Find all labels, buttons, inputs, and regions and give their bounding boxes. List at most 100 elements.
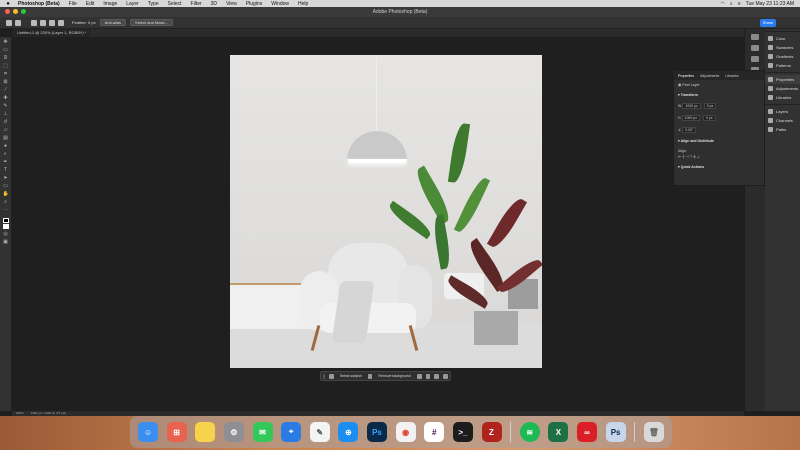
lasso-tool-icon[interactable]: ᘐ [3, 56, 9, 61]
slack-app-icon[interactable]: # [424, 422, 445, 442]
menu-3d[interactable]: 3D [211, 1, 217, 7]
tab-adjustments[interactable]: Adjustments [700, 74, 719, 78]
align-bottom-icon[interactable]: ⊥ [697, 155, 700, 159]
new-selection-icon[interactable] [31, 19, 37, 26]
menu-filter[interactable]: Filter [191, 1, 202, 7]
menu-view[interactable]: View [226, 1, 237, 7]
hand-tool-icon[interactable]: ✋ [3, 192, 9, 197]
maps-app-icon[interactable]: ⌖ [281, 422, 302, 442]
menu-help[interactable]: Help [298, 1, 308, 7]
edit-toolbar-icon[interactable]: ⋯ [3, 208, 9, 213]
quick-actions-header[interactable]: ▾ Quick Actions [674, 162, 764, 172]
search-icon[interactable]: ⌕ [730, 1, 733, 7]
remove-background-button[interactable]: Remove background [374, 374, 414, 378]
tab-properties[interactable]: Properties [678, 74, 694, 78]
y-input[interactable]: 0 px [702, 115, 716, 121]
trash-app-icon[interactable]: 🗑 [643, 422, 664, 442]
apple-menu-icon[interactable]: ● [4, 1, 12, 7]
document-tab[interactable]: Untitled-1 @ 200% (Layer 1, RGB/8*) * [12, 29, 92, 37]
align-header[interactable]: ▾ Align and Distribute [674, 136, 764, 146]
history-brush-tool-icon[interactable]: ↺ [3, 120, 9, 125]
subtract-selection-icon[interactable] [49, 19, 55, 26]
height-input[interactable]: 1000 px [681, 115, 700, 121]
path-selection-tool-icon[interactable]: ➤ [3, 176, 9, 181]
panel-color[interactable]: Color [765, 34, 800, 43]
adjustment-icon[interactable] [425, 373, 431, 379]
menu-layer[interactable]: Layer [126, 1, 139, 7]
screen-mode-icon[interactable]: ▣ [3, 240, 9, 245]
control-center-icon[interactable]: ≡ [738, 1, 741, 7]
menu-app-name[interactable]: Photoshop (Beta) [18, 1, 60, 7]
background-color-swatch[interactable] [2, 224, 9, 229]
panel-paths[interactable]: Paths [765, 125, 800, 134]
textedit-app-icon[interactable]: ✎ [309, 422, 330, 442]
move-tool-icon[interactable]: ✥ [3, 40, 9, 45]
brush-tool-icon[interactable]: ✎ [3, 104, 9, 109]
select-and-mask-button[interactable]: Select and Mask... [130, 19, 173, 26]
filezilla-app-icon[interactable]: Z [481, 422, 502, 442]
menu-file[interactable]: File [69, 1, 77, 7]
creative-cloud-app-icon[interactable]: ∞ [577, 422, 597, 442]
panel-properties[interactable]: Properties [765, 75, 800, 84]
home-icon[interactable] [6, 19, 12, 26]
menu-plugins[interactable]: Plugins [246, 1, 262, 7]
menu-window[interactable]: Window [271, 1, 289, 7]
transform-header[interactable]: ▾ Transform [674, 90, 764, 100]
launchpad-app-icon[interactable]: ⊞ [166, 422, 187, 442]
wifi-icon[interactable]: ◠ [721, 1, 725, 7]
menubar-datetime[interactable]: Tue May 23 11:23 AM [746, 1, 794, 7]
lasso-tool-preset-icon[interactable] [15, 19, 21, 26]
add-selection-icon[interactable] [40, 19, 46, 26]
marquee-tool-icon[interactable]: ▭ [3, 48, 9, 53]
photoshop-beta-app-icon[interactable]: Ps [605, 422, 626, 442]
pin-icon[interactable] [443, 373, 448, 379]
rectangle-tool-icon[interactable]: ▭ [3, 184, 9, 189]
info-panel-icon[interactable] [751, 45, 759, 51]
messages-app-icon[interactable]: ✉ [252, 422, 273, 442]
clone-stamp-tool-icon[interactable]: ⊥ [3, 112, 9, 117]
x-input[interactable]: 0 px [703, 103, 717, 109]
panel-libraries[interactable]: Libraries [765, 93, 800, 102]
menu-image[interactable]: Image [103, 1, 117, 7]
panel-channels[interactable]: Channels [765, 116, 800, 125]
foreground-color-swatch[interactable] [2, 218, 9, 223]
frame-tool-icon[interactable]: ⊠ [3, 80, 9, 85]
gradient-tool-icon[interactable]: ▤ [3, 136, 9, 141]
chrome-app-icon[interactable]: ◉ [395, 422, 416, 442]
spotify-app-icon[interactable]: ≋ [519, 422, 540, 442]
character-panel-icon[interactable] [751, 56, 759, 62]
antialias-checkbox[interactable]: Anti-alias [99, 19, 127, 26]
panel-adjustments[interactable]: Adjustments [765, 84, 800, 93]
crop-tool-icon[interactable]: ⌗ [3, 72, 9, 77]
menu-edit[interactable]: Edit [86, 1, 95, 7]
width-input[interactable]: 1000 px [682, 103, 701, 109]
notes-app-icon[interactable] [195, 422, 216, 442]
more-options-icon[interactable] [434, 373, 440, 379]
eraser-tool-icon[interactable]: ▱ [3, 128, 9, 133]
zoom-tool-icon[interactable]: ⌕ [3, 200, 9, 205]
feather-field[interactable]: Feather: 0 px [72, 20, 96, 25]
finder-app-icon[interactable]: ☺ [138, 422, 158, 442]
document-size[interactable]: 1000 px x 1000 px (72 ppi) [31, 411, 67, 415]
menu-select[interactable]: Select [168, 1, 182, 7]
document-image[interactable] [230, 55, 542, 368]
quick-mask-icon[interactable]: ◎ [3, 232, 9, 237]
transform-icon[interactable] [416, 373, 422, 379]
photoshop-app-icon[interactable]: Ps [367, 422, 387, 442]
angle-input[interactable]: 0.00° [682, 127, 697, 133]
terminal-app-icon[interactable]: >_ [452, 422, 473, 442]
excel-app-icon[interactable]: X [548, 422, 569, 442]
panel-swatches[interactable]: Swatches [765, 43, 800, 52]
menu-type[interactable]: Type [148, 1, 159, 7]
panel-gradients[interactable]: Gradients [765, 52, 800, 61]
safari-app-icon[interactable]: ⊕ [338, 422, 359, 442]
pen-tool-icon[interactable]: ✒ [3, 160, 9, 165]
drag-handle-icon[interactable] [323, 373, 325, 379]
object-select-tool-icon[interactable]: ⬚ [3, 64, 9, 69]
select-subject-button[interactable]: Select subject [336, 374, 366, 378]
intersect-selection-icon[interactable] [58, 19, 64, 26]
healing-brush-tool-icon[interactable]: ✚ [3, 96, 9, 101]
panel-layers[interactable]: Layers [765, 107, 800, 116]
dodge-tool-icon[interactable]: ◐ [3, 152, 9, 157]
blur-tool-icon[interactable]: ● [3, 144, 9, 149]
